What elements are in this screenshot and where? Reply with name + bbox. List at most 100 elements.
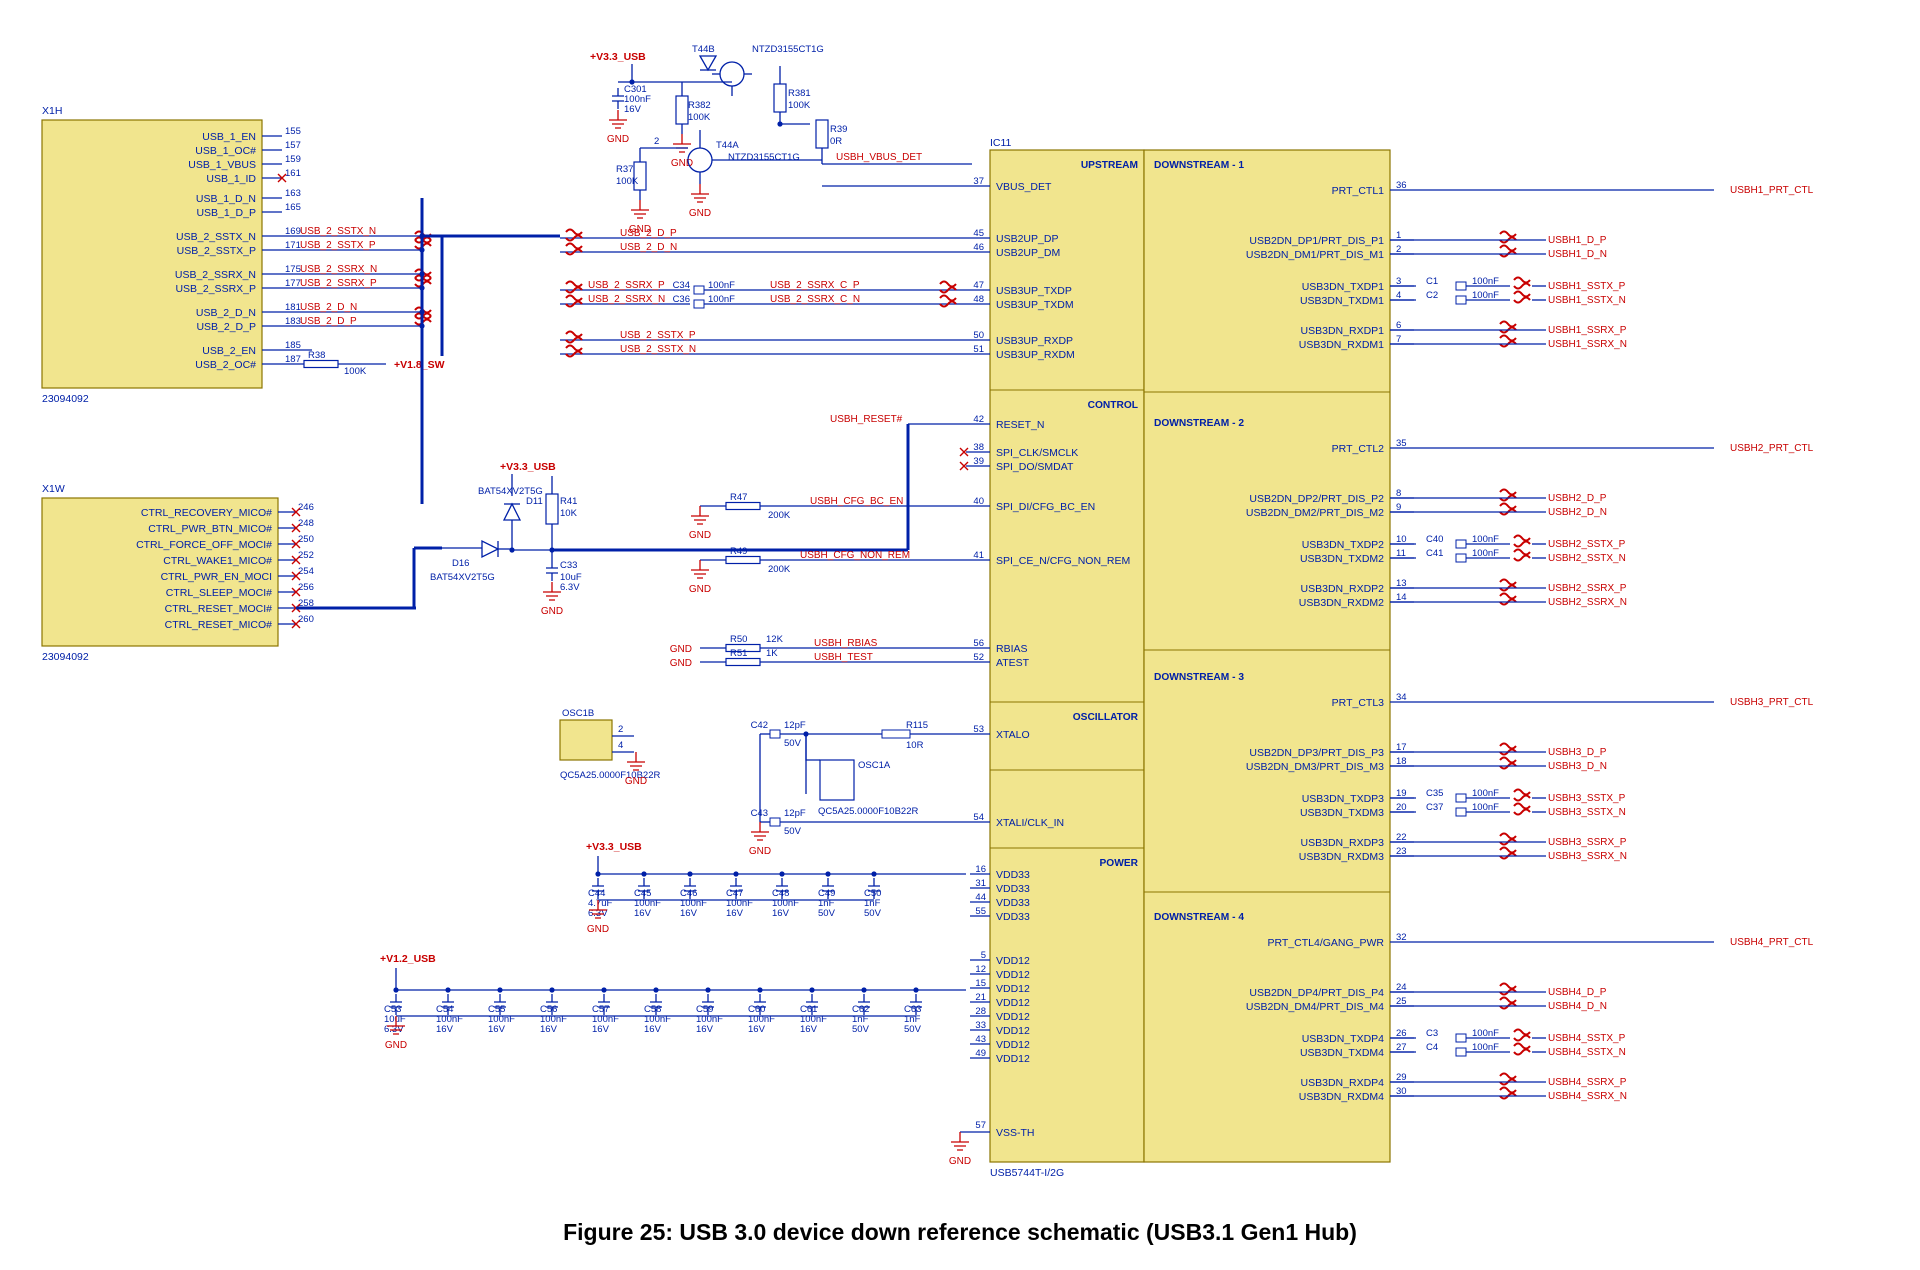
label: 12pF (784, 808, 806, 819)
label: 43 (975, 1034, 986, 1045)
label: GND (670, 658, 692, 669)
x1h-pin: USB_1_D_P (196, 207, 256, 219)
label: USB_2_SSRX_N (588, 294, 665, 305)
label: 47 (973, 280, 984, 291)
label: USB2DN_DM3/PRT_DIS_M3 (1246, 761, 1384, 773)
label: USB3UP_RXDP (996, 335, 1073, 347)
label: R39 (830, 124, 847, 135)
label: USB3DN_TXDM3 (1300, 807, 1384, 819)
label: R49 (730, 546, 747, 557)
label: 35 (1396, 438, 1407, 449)
label: R50 (730, 634, 747, 645)
net: USB_2_SSRX_N (300, 264, 377, 275)
label: NTZD3155CT1G (752, 44, 824, 55)
label: 10R (906, 740, 924, 751)
label: 16V (624, 104, 642, 115)
v33-reset: +V3.3_USB (500, 461, 556, 473)
label: VDD12 (996, 983, 1030, 995)
label: 48 (973, 294, 984, 305)
label: POWER (1100, 858, 1139, 869)
x1h-pin: USB_2_SSTX_N (176, 231, 256, 243)
label: USBH3_SSTX_N (1548, 807, 1626, 818)
label: USB2DN_DM1/PRT_DIS_M1 (1246, 249, 1384, 261)
gnd-label: GND (689, 208, 711, 219)
gnd-label: GND (607, 134, 629, 145)
label: USBH2_D_P (1548, 493, 1607, 504)
label: USBH4_SSRX_N (1548, 1091, 1627, 1102)
label: C43 (751, 808, 768, 819)
ds-title: DOWNSTREAM - 1 (1154, 160, 1244, 171)
label: 250 (298, 534, 314, 545)
label: USBH2_SSTX_P (1548, 539, 1626, 550)
x1h-pin: USB_2_SSRX_P (175, 283, 256, 295)
label: IC11 (990, 137, 1012, 149)
label: USB_2_SSRX_C_P (770, 280, 860, 291)
gnd-label: GND (625, 776, 647, 787)
label: 159 (285, 154, 301, 165)
label: USB2UP_DM (996, 247, 1060, 259)
x1h-pin: USB_2_EN (202, 345, 256, 357)
v33-top: +V3.3_USB (590, 51, 646, 63)
label: USB2DN_DP2/PRT_DIS_P2 (1249, 493, 1384, 505)
label: 49 (975, 1048, 986, 1059)
gnd-label: GND (541, 606, 563, 617)
label: OSC1A (858, 760, 891, 771)
label: D11 (526, 496, 543, 507)
label: C3 (1426, 1028, 1438, 1039)
label: VDD33 (996, 883, 1030, 895)
label: USB3DN_RXDM1 (1299, 339, 1384, 351)
label: D16 (452, 558, 469, 569)
label: USBH_RESET# (830, 414, 903, 425)
label: USBH4_D_P (1548, 987, 1607, 998)
label: C33 (560, 560, 577, 571)
ds-title: DOWNSTREAM - 3 (1154, 672, 1244, 683)
label: USBH1_SSTX_N (1548, 295, 1626, 306)
label: 52 (973, 652, 984, 663)
label: USBH3_SSTX_P (1548, 793, 1626, 804)
label: X1W (42, 483, 65, 495)
label: VDD12 (996, 969, 1030, 981)
label: 50V (904, 1024, 922, 1035)
label: VDD33 (996, 911, 1030, 923)
label: 33 (975, 1020, 986, 1031)
label: NTZD3155CT1G (728, 152, 800, 163)
label: USB_2_D_P (620, 228, 677, 239)
label: VDD12 (996, 1039, 1030, 1051)
label: 16V (680, 908, 698, 919)
label: 6.3V (560, 582, 580, 593)
label: C36 (673, 294, 690, 305)
label: 16V (772, 908, 790, 919)
figure-caption: Figure 25: USB 3.0 device down reference… (563, 1219, 1357, 1245)
net: USB_2_D_P (300, 316, 357, 327)
label: 23094092 (42, 651, 89, 663)
net: USB_2_SSTX_P (300, 240, 376, 251)
x1h-pin: USB_2_SSTX_P (177, 245, 256, 257)
label: CTRL_RECOVERY_MICO# (141, 507, 272, 519)
label: 50V (784, 738, 802, 749)
label: CTRL_WAKE1_MICO# (163, 555, 272, 567)
label: R51 (730, 648, 747, 659)
label: 252 (298, 550, 314, 561)
ds-title: DOWNSTREAM - 4 (1154, 912, 1244, 923)
label: CTRL_PWR_BTN_MICO# (148, 523, 272, 535)
label: XTALO (996, 729, 1030, 741)
x1h-pin: USB_2_SSRX_N (175, 269, 256, 281)
label: 260 (298, 614, 314, 625)
label: USBH3_SSRX_N (1548, 851, 1627, 862)
net: USB_2_D_N (300, 302, 357, 313)
label: VDD12 (996, 1053, 1030, 1065)
schematic-canvas: Figure 25: USB 3.0 device down reference… (0, 0, 1920, 1270)
label: 157 (285, 140, 301, 151)
label: ATEST (996, 657, 1030, 669)
label: CTRL_RESET_MICO# (165, 619, 273, 631)
label: USBH2_SSRX_N (1548, 597, 1627, 608)
label: CTRL_SLEEP_MOCI# (166, 587, 272, 599)
label: USB5744T-I/2G (990, 1167, 1064, 1179)
label: 161 (285, 168, 301, 179)
label: 165 (285, 202, 301, 213)
label: USBH3_PRT_CTL (1730, 697, 1814, 708)
label: PRT_CTL2 (1332, 443, 1384, 455)
label: CTRL_RESET_MOCI# (165, 603, 273, 615)
label: R382 (688, 100, 711, 111)
label: 50V (864, 908, 882, 919)
